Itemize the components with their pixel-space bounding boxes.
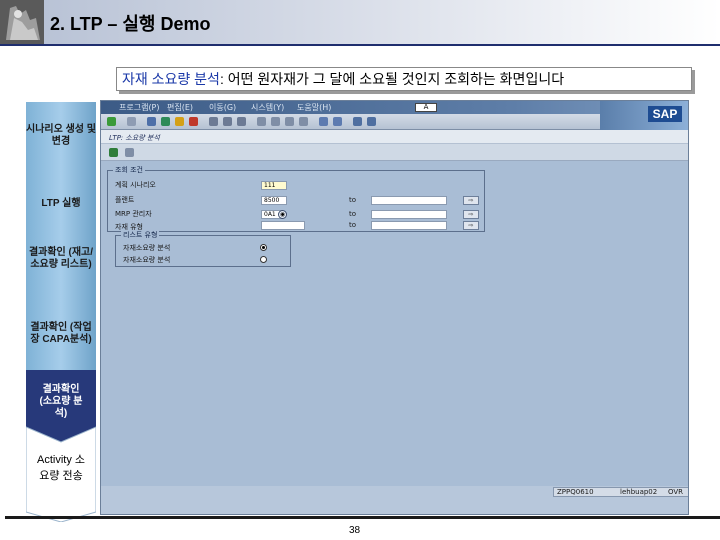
save-icon[interactable] <box>147 117 156 126</box>
slide-title: 2. LTP – 실행 Demo <box>50 14 211 34</box>
field-material-type-to-input[interactable] <box>371 221 447 230</box>
to-label: to <box>349 210 357 218</box>
status-server: lehbuap02 <box>620 488 658 496</box>
field-material-type-input[interactable] <box>261 221 305 230</box>
group-list-type-label: 리스트 유형 <box>121 230 160 240</box>
sap-logo: SAP <box>600 101 688 130</box>
option-1-label: 자재소요량 분석 <box>123 244 171 252</box>
menu-help[interactable]: 도움말(H) <box>297 102 331 113</box>
sap-status-area: ZPPQ0610 lehbuap02 OVR <box>101 486 688 514</box>
sap-window: 프로그램(P) 편집(E) 이동(G) 시스템(Y) 도움말(H) A SAP … <box>100 100 689 515</box>
multiple-selection-button[interactable]: ⇨ <box>463 196 479 205</box>
menu-system[interactable]: 시스템(Y) <box>251 102 284 113</box>
field-scenario-label: 계획 시나리오 <box>115 181 156 189</box>
search-help-icon[interactable]: ◉ <box>278 210 287 219</box>
field-scenario-input[interactable]: 111 <box>261 181 287 190</box>
exit-icon[interactable] <box>175 117 184 126</box>
step-result-stock: 결과확인 (재고/소요량 리스트) <box>28 247 94 270</box>
field-mrp-controller-to-input[interactable] <box>371 210 447 219</box>
field-plant-to-input[interactable] <box>371 196 447 205</box>
cancel-icon[interactable] <box>189 117 198 126</box>
menu-program[interactable]: 프로그램(P) <box>119 102 160 113</box>
first-page-icon[interactable] <box>257 117 266 126</box>
execute-icon[interactable] <box>109 148 118 157</box>
multiple-selection-button[interactable]: ⇨ <box>463 210 479 219</box>
caption-box: 자재 소요량 분석: 어떤 원자재가 그 달에 소요될 것인지 조회하는 화면입… <box>116 67 692 91</box>
enter-icon[interactable] <box>107 117 116 126</box>
help-icon[interactable] <box>353 117 362 126</box>
status-bar: ZPPQ0610 lehbuap02 OVR <box>553 487 688 497</box>
next-page-icon[interactable] <box>285 117 294 126</box>
header-emblem-image <box>0 0 44 44</box>
print-icon[interactable] <box>209 117 218 126</box>
sap-selection-screen: 조회 조건 계획 시나리오 111 플랜트 8500 to ⇨ MRP 관리자 … <box>101 161 688 486</box>
status-transaction: ZPPQ0610 <box>557 488 594 496</box>
step-ltp-run: LTP 실행 <box>41 198 81 209</box>
step-column: 시나리오 생성 및 변경 LTP 실행 결과확인 (재고/소요량 리스트) 결과… <box>26 102 96 522</box>
command-field[interactable]: A <box>415 103 437 112</box>
layout-icon[interactable] <box>367 117 376 126</box>
option-1-radio[interactable] <box>260 244 267 251</box>
field-plant-input[interactable]: 8500 <box>261 196 287 205</box>
step-result-requirements: 결과확인 (소요량 분석) <box>39 384 83 419</box>
last-page-icon[interactable] <box>299 117 308 126</box>
sap-titlebar: LTP: 소요량 분석 <box>101 130 688 144</box>
menu-goto[interactable]: 이동(G) <box>209 102 236 113</box>
option-2-label: 자재소요량 분석 <box>123 256 171 264</box>
back-icon[interactable] <box>161 117 170 126</box>
find-next-icon[interactable] <box>237 117 246 126</box>
new-session-icon[interactable] <box>319 117 328 126</box>
sap-application-toolbar <box>101 144 688 161</box>
step-result-capa: 결과확인 (작업장 CAPA분석) <box>30 322 92 345</box>
sap-logo-text: SAP <box>648 106 682 122</box>
group-conditions-label: 조회 조건 <box>113 165 145 175</box>
variant-icon[interactable] <box>125 148 134 157</box>
caption-highlight: 자재 소요량 분석 <box>122 71 220 87</box>
step-scenario: 시나리오 생성 및 변경 <box>26 124 96 147</box>
command-icon[interactable] <box>127 117 136 126</box>
header-divider <box>0 44 720 46</box>
field-mrp-controller-label: MRP 관리자 <box>115 210 152 218</box>
screen-title: LTP: 소요량 분석 <box>109 134 160 142</box>
multiple-selection-button[interactable]: ⇨ <box>463 221 479 230</box>
shortcut-icon[interactable] <box>333 117 342 126</box>
footer-divider <box>5 516 720 519</box>
step-activity-transfer: Activity 소요량 전송 <box>36 454 85 482</box>
find-icon[interactable] <box>223 117 232 126</box>
page-number: 38 <box>349 525 361 536</box>
caption-text: : 어떤 원자재가 그 달에 소요될 것인지 조회하는 화면입니다 <box>219 71 565 87</box>
to-label: to <box>349 196 357 204</box>
to-label: to <box>349 221 357 229</box>
field-plant-label: 플랜트 <box>115 196 135 204</box>
option-2-radio[interactable] <box>260 256 267 263</box>
prev-page-icon[interactable] <box>271 117 280 126</box>
status-mode: OVR <box>668 488 684 496</box>
menu-edit[interactable]: 편집(E) <box>167 102 193 113</box>
